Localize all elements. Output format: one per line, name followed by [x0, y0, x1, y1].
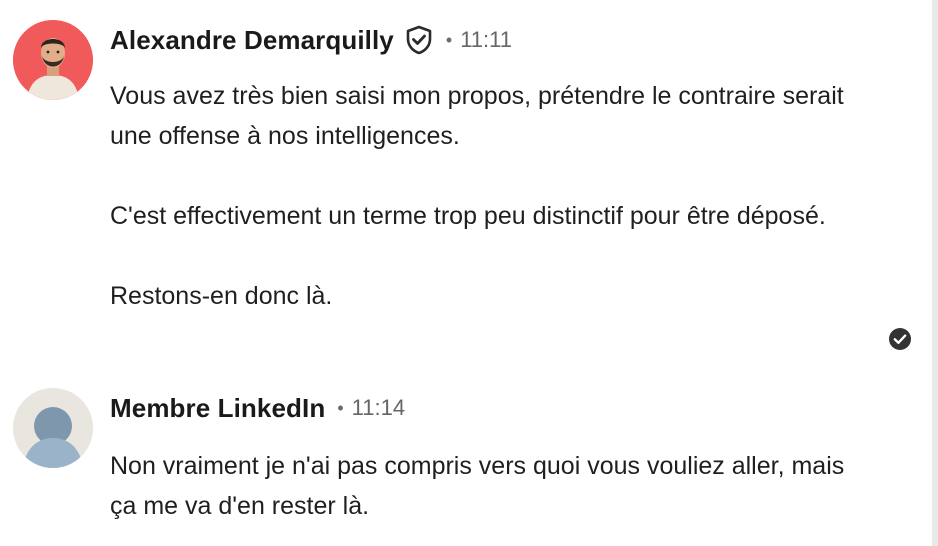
- author-name[interactable]: Membre LinkedIn: [110, 393, 325, 424]
- separator-dot: •: [337, 398, 344, 418]
- message-item: Membre LinkedIn • 11:14 Non vraiment je …: [0, 370, 930, 546]
- message-item: Alexandre Demarquilly • 11:11 Vous avez …: [0, 0, 930, 370]
- message-header: Alexandre Demarquilly • 11:11: [110, 22, 512, 58]
- message-time: 11:11: [460, 27, 512, 52]
- message-paragraph: Non vraiment je n'ai pas compris vers qu…: [110, 452, 845, 520]
- message-thread: Alexandre Demarquilly • 11:11 Vous avez …: [0, 0, 938, 546]
- message-body: Non vraiment je n'ai pas compris vers qu…: [110, 446, 870, 526]
- message-body: Vous avez très bien saisi mon propos, pr…: [110, 76, 870, 316]
- default-person-icon: [13, 388, 93, 468]
- check-circle-icon: [888, 327, 912, 351]
- message-header: Membre LinkedIn • 11:14: [110, 390, 405, 426]
- scrollbar-track[interactable]: [932, 0, 938, 546]
- avatar[interactable]: [13, 20, 93, 100]
- separator-dot: •: [445, 30, 453, 50]
- message-paragraph: Vous avez très bien saisi mon propos, pr…: [110, 82, 844, 150]
- message-paragraph: C'est effectivement un terme trop peu di…: [110, 202, 826, 230]
- shield-check-icon: [404, 24, 434, 56]
- message-paragraph: Restons-en donc là.: [110, 282, 333, 310]
- message-time: 11:14: [351, 395, 406, 420]
- avatar[interactable]: [13, 388, 93, 468]
- author-name[interactable]: Alexandre Demarquilly: [110, 25, 394, 56]
- avatar-photo-icon: [13, 20, 93, 100]
